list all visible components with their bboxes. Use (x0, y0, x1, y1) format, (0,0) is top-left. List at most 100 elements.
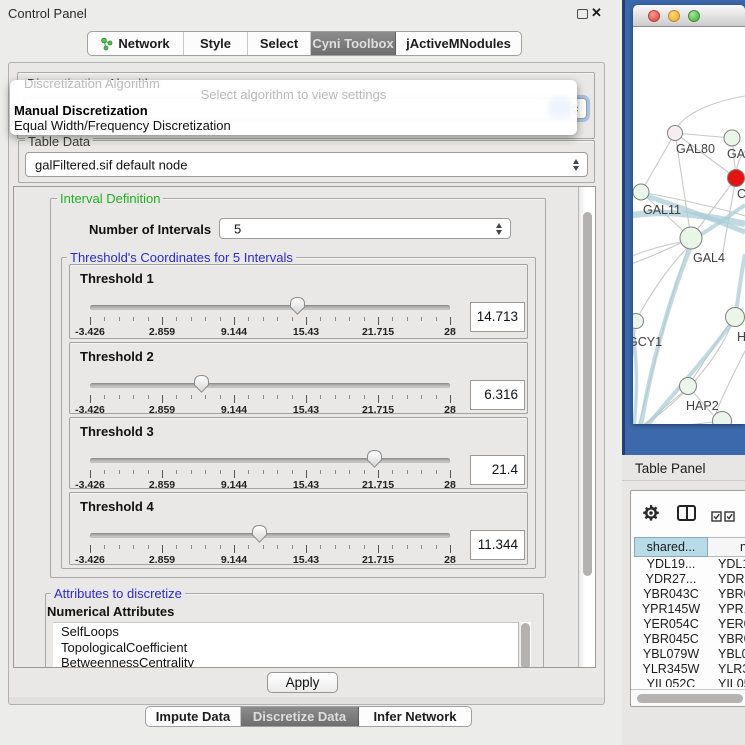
node-label: H (737, 330, 745, 344)
spinner-arrows-icon (496, 223, 503, 235)
network-node-GAL4[interactable] (680, 227, 702, 249)
dropdown-item-manual-discretization[interactable]: Manual Discretization (14, 103, 148, 118)
panel-scrollbar[interactable] (578, 187, 595, 668)
cell-shared-name: YLR345W (634, 662, 708, 677)
cell-shared-name: YBR043C (634, 587, 708, 602)
num-intervals-value: 5 (234, 221, 241, 236)
bottom-tab-infer-network[interactable]: Infer Network (359, 707, 471, 726)
network-node-H[interactable] (726, 308, 745, 327)
network-window-titlebar[interactable] (633, 5, 745, 27)
tick-label: 28 (426, 326, 474, 338)
threshold-label: Threshold 1 (80, 271, 154, 286)
threshold-value-field[interactable]: 6.316 (470, 380, 525, 410)
tick-label: 9.144 (210, 554, 258, 566)
attributes-scrollbar-thumb[interactable] (521, 623, 530, 668)
list-item[interactable]: BetweennessCentrality (53, 654, 518, 668)
combo-arrows-icon (573, 159, 580, 171)
slider-handle[interactable] (252, 525, 267, 543)
checkbox-icon[interactable] (711, 509, 722, 520)
cell-shared-name: YBR045C (634, 632, 708, 647)
table-data-combobox[interactable]: galFiltered.sif default node (25, 152, 588, 177)
network-node-GA[interactable] (724, 130, 740, 146)
threshold-value-field[interactable]: 14.713 (470, 302, 525, 332)
numerical-attributes-list[interactable]: SelfLoopsTopologicalCoefficientBetweenne… (53, 622, 518, 668)
num-intervals-spinner[interactable]: 5 (219, 218, 511, 239)
tick-label: -3.426 (66, 326, 114, 338)
network-node-GAL80[interactable] (668, 126, 683, 141)
tick-label: 28 (426, 479, 474, 491)
attributes-list-scrollbar[interactable] (518, 622, 531, 668)
slider-handle[interactable] (367, 450, 382, 468)
bottom-tab-discretize-data[interactable]: Discretize Data (241, 707, 359, 726)
node-label: HAP2 (686, 399, 719, 413)
table-row[interactable]: YER054CYER05 (634, 617, 745, 632)
close-icon[interactable]: ✕ (591, 5, 602, 21)
table-row[interactable]: YDR27...YDR27 (634, 572, 745, 587)
slider-handle[interactable] (290, 297, 305, 315)
checkbox-icon[interactable] (724, 509, 735, 520)
slider-track[interactable] (90, 305, 450, 310)
slider-track[interactable] (90, 383, 450, 388)
cell-name: YBR04 (718, 632, 745, 647)
table-hscrollbar-thumb[interactable] (637, 694, 743, 703)
gear-icon[interactable] (642, 504, 660, 522)
tick-label: 21.715 (354, 404, 402, 416)
tab-cyni-toolbox[interactable]: Cyni Toolbox (311, 32, 396, 55)
panel-scrollbar-thumb[interactable] (583, 212, 593, 576)
network-canvas[interactable]: GAL80GACGAL11GAL4GCY1HHAP2 (633, 28, 745, 424)
slider-track[interactable] (90, 533, 450, 538)
dropdown-item-equal-width[interactable]: Equal Width/Frequency Discretization (14, 118, 231, 133)
tab-network[interactable]: Network (88, 32, 184, 55)
network-node-C[interactable] (728, 170, 745, 187)
tick-label: 15.43 (282, 326, 330, 338)
close-traffic-light[interactable] (648, 10, 660, 22)
tab-jactivemnodules[interactable]: jActiveMNodules (396, 32, 521, 55)
columns-icon[interactable] (677, 505, 696, 521)
tab-select[interactable]: Select (248, 32, 311, 55)
table-row[interactable]: YBR043CYBR04 (634, 587, 745, 602)
control-panel-title: Control Panel (8, 6, 87, 21)
num-intervals-label: Number of Intervals (89, 222, 211, 237)
tick-label: 9.144 (210, 404, 258, 416)
apply-button[interactable]: Apply (267, 672, 338, 693)
threshold-value-field[interactable]: 21.4 (470, 455, 525, 485)
table-row[interactable]: YBR045C YBR04 (634, 632, 745, 647)
cell-name: YPR14 (718, 602, 745, 617)
threshold-panel-1: Threshold 1-3.4262.8599.14415.4321.71528… (69, 264, 528, 339)
minimize-traffic-light[interactable] (668, 10, 680, 22)
tick-label: 2.859 (138, 326, 186, 338)
network-node-GAL11[interactable] (633, 184, 649, 200)
node-table: shared... n YDL19...YDL19YDR27...YDR27YB… (630, 490, 745, 707)
network-window: GAL80GACGAL11GAL4GCY1HHAP2 (633, 5, 745, 424)
tick-label: 21.715 (354, 554, 402, 566)
column-header-shared-name[interactable]: shared... (634, 537, 708, 557)
cell-name: YIL05 (718, 677, 745, 687)
node-label: GAL80 (676, 142, 715, 156)
table-row[interactable]: YDL19...YDL19 (634, 557, 745, 572)
threshold-panel-2: Threshold 2-3.4262.8599.14415.4321.71528… (69, 342, 528, 414)
tick-label: 15.43 (282, 479, 330, 491)
interval-definition-group-title: Interval Definition (57, 191, 163, 206)
zoom-traffic-light[interactable] (688, 10, 700, 22)
list-item[interactable]: TopologicalCoefficient (53, 639, 518, 655)
column-header-name[interactable]: n (708, 537, 745, 557)
tick-label: 28 (426, 404, 474, 416)
settings-scroll-panel: Interval Definition Number of Intervals … (13, 186, 596, 668)
threshold-value-field[interactable]: 11.344 (470, 530, 525, 560)
table-row[interactable]: YPR145WYPR14 (634, 602, 745, 617)
threshold-panel-4: Threshold 4-3.4262.8599.14415.4321.71528… (69, 492, 528, 565)
bottom-tab-impute-data[interactable]: Impute Data (146, 707, 241, 726)
table-hscrollbar[interactable] (631, 689, 745, 706)
table-data-group-title: Table Data (25, 134, 93, 149)
network-node-HAP2[interactable] (680, 378, 697, 395)
slider-handle[interactable] (194, 375, 209, 393)
table-row[interactable]: YLR345WYLR34 (634, 662, 745, 677)
float-panel-icon[interactable] (577, 9, 588, 19)
tick-label: 28 (426, 554, 474, 566)
slider-track[interactable] (90, 458, 450, 463)
tab-style[interactable]: Style (184, 32, 248, 55)
table-row[interactable]: YIL052CYIL05 (634, 677, 745, 687)
network-node-GCY1[interactable] (633, 314, 644, 329)
table-row[interactable]: YBL079WYBL07 (634, 647, 745, 662)
list-item[interactable]: SelfLoops (53, 623, 518, 639)
